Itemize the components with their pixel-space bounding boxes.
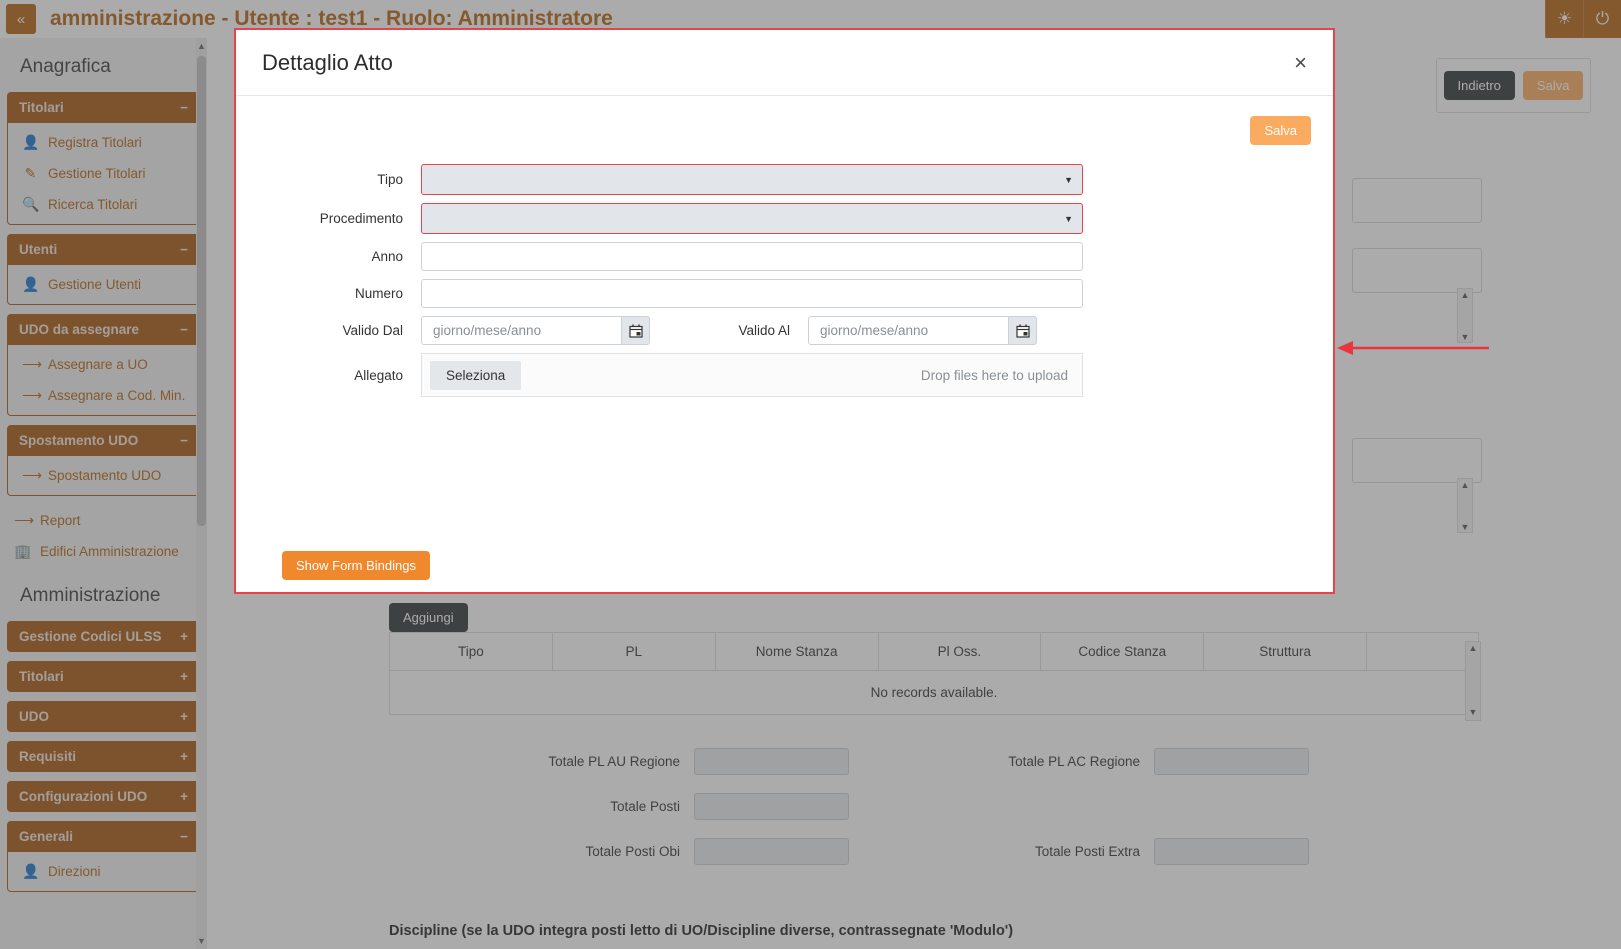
dialog-title: Dettaglio Atto — [262, 49, 393, 75]
close-icon[interactable]: × — [1294, 51, 1307, 74]
form-row-anno: Anno — [236, 242, 1333, 271]
dialog-save-row: Salva — [1250, 116, 1311, 145]
procedimento-label: Procedimento — [319, 211, 403, 226]
allegato-label: Allegato — [354, 367, 403, 383]
form-row-allegato: Allegato Seleziona Drop files here to up… — [236, 353, 1333, 397]
file-dropzone[interactable]: Seleziona Drop files here to upload — [421, 353, 1083, 397]
numero-label: Numero — [354, 286, 403, 301]
dialog-header: Dettaglio Atto × — [236, 30, 1333, 96]
calendar-icon[interactable] — [621, 316, 650, 345]
numero-input[interactable] — [421, 279, 1083, 308]
valido-al-group: giorno/mese/anno — [808, 316, 1037, 345]
anno-label: Anno — [371, 249, 403, 264]
form-row-numero: Numero — [236, 279, 1333, 308]
seleziona-button[interactable]: Seleziona — [430, 360, 522, 390]
red-arrow-pointer — [1337, 338, 1489, 363]
anno-input[interactable] — [421, 242, 1083, 271]
show-form-bindings-button[interactable]: Show Form Bindings — [282, 551, 430, 580]
tipo-select[interactable]: ▼ — [421, 164, 1083, 195]
valido-dal-input[interactable]: giorno/mese/anno — [421, 316, 621, 345]
form-row-validita: Valido Dal giorno/mese/anno Valido Al gi… — [236, 316, 1333, 345]
procedimento-select[interactable]: ▼ — [421, 203, 1083, 234]
atto-form: Tipo ▼ Procedimento ▼ Anno Numero Valido… — [236, 164, 1333, 405]
valido-al-label: Valido Al — [738, 323, 790, 338]
dettaglio-atto-dialog: Dettaglio Atto × Salva Tipo ▼ Procedimen… — [234, 28, 1335, 594]
tipo-label: Tipo — [377, 172, 403, 187]
valido-dal-label: Valido Dal — [342, 323, 403, 338]
dropzone-hint: Drop files here to upload — [920, 367, 1068, 383]
show-form-bindings-wrap: Show Form Bindings — [282, 551, 430, 580]
chevron-down-icon: ▼ — [1064, 174, 1073, 185]
save-button[interactable]: Salva — [1250, 116, 1311, 145]
valido-dal-group: giorno/mese/anno — [421, 316, 650, 345]
chevron-down-icon: ▼ — [1064, 213, 1073, 224]
calendar-icon[interactable] — [1008, 316, 1037, 345]
valido-al-input[interactable]: giorno/mese/anno — [808, 316, 1008, 345]
dialog-body: Salva Tipo ▼ Procedimento ▼ Anno Numero — [236, 96, 1333, 592]
form-row-procedimento: Procedimento ▼ — [236, 203, 1333, 234]
form-row-tipo: Tipo ▼ — [236, 164, 1333, 195]
